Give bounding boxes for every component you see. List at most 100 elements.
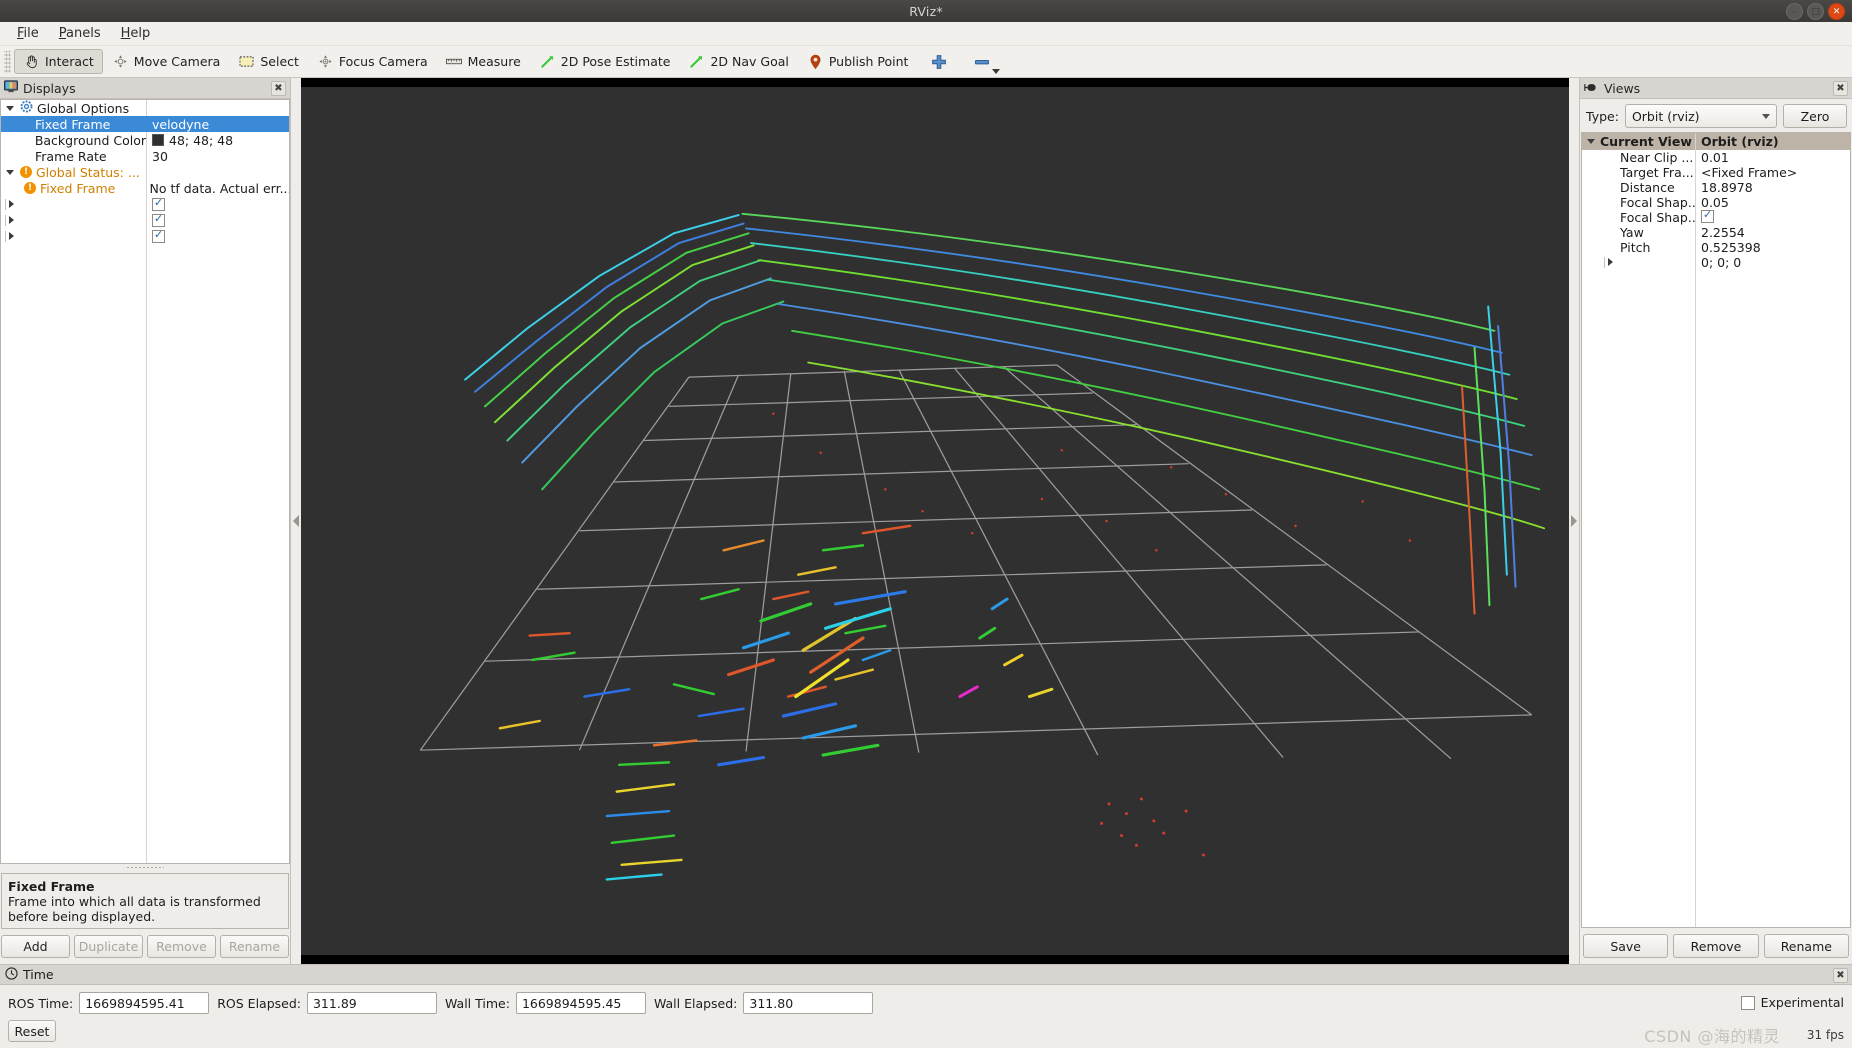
experimental-checkbox[interactable] bbox=[1740, 995, 1755, 1010]
add-button[interactable]: Add bbox=[1, 935, 70, 958]
minimize-icon[interactable]: – bbox=[1786, 3, 1803, 20]
tool-add-plus[interactable] bbox=[917, 49, 960, 74]
tool-select[interactable]: Select bbox=[229, 49, 308, 74]
save-button[interactable]: Save bbox=[1583, 934, 1669, 958]
views-row-focal-shape-size[interactable]: Focal Shap... 0.05 bbox=[1582, 195, 1850, 210]
expander-arrow-icon[interactable] bbox=[5, 103, 16, 114]
tool-interact[interactable]: Interact bbox=[14, 49, 103, 74]
ros-time-field-group: ROS Time: 1669894595.41 bbox=[8, 992, 210, 1014]
tree-label: Global Options bbox=[37, 100, 130, 116]
focal-shape-checkbox[interactable] bbox=[1701, 208, 1714, 223]
tree-row-global-status[interactable]: ! Global Status: ... bbox=[1, 164, 289, 180]
expander-arrow-icon[interactable] bbox=[5, 214, 146, 226]
views-row-value[interactable]: 0; 0; 0 bbox=[1695, 255, 1741, 270]
frame-rate-value[interactable]: 30 bbox=[152, 149, 168, 164]
tree-row-grid[interactable]: Grid bbox=[1, 196, 289, 212]
laserscan-checkbox[interactable] bbox=[152, 213, 165, 227]
views-row-near-clip[interactable]: Near Clip ... 0.01 bbox=[1582, 150, 1850, 165]
monitor-icon bbox=[4, 80, 18, 96]
fixed-frame-value[interactable]: velodyne bbox=[152, 117, 209, 132]
chevron-down-icon[interactable] bbox=[992, 69, 1001, 74]
view-type-select[interactable]: Orbit (rviz) bbox=[1624, 104, 1777, 128]
expander-arrow-icon[interactable] bbox=[5, 230, 146, 242]
tool-2d-pose-estimate[interactable]: 2D Pose Estimate bbox=[530, 49, 680, 74]
right-collapse-handle[interactable] bbox=[1569, 78, 1579, 964]
tool-publish-point[interactable]: Publish Point bbox=[798, 49, 918, 74]
views-row-focal-point[interactable]: Focal Point 0; 0; 0 bbox=[1582, 255, 1850, 270]
tool-2d-nav-goal[interactable]: 2D Nav Goal bbox=[679, 49, 797, 74]
menu-help[interactable]: Help bbox=[112, 24, 160, 43]
menu-panels[interactable]: Panels bbox=[50, 24, 110, 43]
window-title: RViz* bbox=[909, 3, 943, 19]
menu-file[interactable]: File bbox=[8, 24, 48, 43]
tree-row-frame-rate[interactable]: Frame Rate 30 bbox=[1, 148, 289, 164]
expander-arrow-icon[interactable] bbox=[5, 198, 146, 210]
tree-row-pointcloud2[interactable]: PointCloud2 bbox=[1, 228, 289, 244]
render-view[interactable] bbox=[301, 78, 1569, 964]
background-color-value[interactable]: 48; 48; 48 bbox=[169, 133, 233, 148]
remove-view-button[interactable]: Remove bbox=[1673, 934, 1759, 958]
views-row-label: Distance bbox=[1620, 180, 1675, 195]
focus-camera-icon bbox=[317, 53, 334, 70]
panel-splitter[interactable] bbox=[0, 864, 290, 870]
expander-arrow-icon[interactable] bbox=[5, 167, 16, 178]
tree-row-laserscan[interactable]: LaserScan bbox=[1, 212, 289, 228]
tool-measure[interactable]: Measure bbox=[437, 49, 530, 74]
tree-row-status-fixed-frame[interactable]: ! Fixed Frame No tf data. Actual err... bbox=[1, 180, 289, 196]
expander-arrow-icon[interactable] bbox=[1604, 257, 1695, 268]
view-type-row: Type: Orbit (rviz) Zero bbox=[1580, 99, 1852, 132]
tree-row-fixed-frame[interactable]: Fixed Frame velodyne bbox=[1, 116, 289, 132]
views-row-focal-shape-fixed[interactable]: Focal Shap... bbox=[1582, 208, 1850, 225]
views-property-tree[interactable]: Current View Orbit (rviz) Near Clip ... … bbox=[1581, 132, 1851, 928]
views-row-target-frame[interactable]: Target Fra... <Fixed Frame> bbox=[1582, 165, 1850, 180]
maximize-icon[interactable]: □ bbox=[1807, 3, 1824, 20]
rename-view-button[interactable]: Rename bbox=[1763, 934, 1849, 958]
tree-label: Fixed Frame bbox=[40, 180, 116, 196]
displays-panel: Displays ✖ Global Options Fixed Frame ve… bbox=[0, 78, 291, 964]
display-help-box: Fixed Frame Frame into which all data is… bbox=[1, 873, 289, 929]
tool-interact-label: Interact bbox=[45, 54, 94, 69]
close-icon[interactable]: ✕ bbox=[1828, 3, 1845, 20]
displays-button-row: Add Duplicate Remove Rename bbox=[0, 929, 290, 964]
tool-remove-minus[interactable] bbox=[960, 49, 1003, 74]
experimental-toggle[interactable]: Experimental bbox=[1740, 995, 1844, 1010]
ros-time-input[interactable]: 1669894595.41 bbox=[79, 992, 210, 1014]
views-row-value[interactable]: 2.2554 bbox=[1695, 225, 1745, 240]
views-row-pitch[interactable]: Pitch 0.525398 bbox=[1582, 240, 1850, 255]
pointcloud2-checkbox[interactable] bbox=[152, 229, 165, 243]
views-row-distance[interactable]: Distance 18.8978 bbox=[1582, 180, 1850, 195]
main-toolbar: Interact Move Camera Select Focus Camera bbox=[0, 46, 1852, 78]
color-swatch[interactable] bbox=[152, 134, 164, 146]
close-icon[interactable]: ✖ bbox=[1833, 81, 1848, 96]
hand-cursor-icon bbox=[23, 53, 40, 70]
close-icon[interactable]: ✖ bbox=[271, 81, 286, 96]
tree-row-global-options[interactable]: Global Options bbox=[1, 100, 289, 116]
ros-elapsed-field-group: ROS Elapsed: 311.89 bbox=[217, 992, 437, 1014]
displays-tree[interactable]: Global Options Fixed Frame velodyne Back… bbox=[0, 99, 290, 864]
expander-arrow-icon[interactable] bbox=[1586, 136, 1597, 147]
point-cloud-scene bbox=[301, 87, 1569, 955]
views-row-yaw[interactable]: Yaw 2.2554 bbox=[1582, 225, 1850, 240]
tool-focus-camera[interactable]: Focus Camera bbox=[308, 49, 437, 74]
views-panel-header: Views ✖ bbox=[1580, 78, 1852, 99]
reset-button[interactable]: Reset bbox=[8, 1020, 56, 1042]
tool-move-camera[interactable]: Move Camera bbox=[103, 49, 230, 74]
views-row-value[interactable]: 18.8978 bbox=[1695, 180, 1753, 195]
toolbar-grip[interactable] bbox=[4, 50, 11, 73]
views-row-value[interactable]: 0.01 bbox=[1695, 150, 1729, 165]
3d-canvas[interactable] bbox=[301, 87, 1569, 955]
ros-elapsed-input[interactable]: 311.89 bbox=[306, 992, 437, 1014]
tree-row-background-color[interactable]: Background Color 48; 48; 48 bbox=[1, 132, 289, 148]
views-column-splitter[interactable] bbox=[1695, 133, 1696, 927]
views-row-value[interactable]: <Fixed Frame> bbox=[1695, 165, 1797, 180]
grid-checkbox[interactable] bbox=[152, 197, 165, 211]
clock-icon bbox=[5, 966, 18, 983]
wall-time-input[interactable]: 1669894595.45 bbox=[515, 992, 646, 1014]
left-collapse-handle[interactable] bbox=[291, 78, 301, 964]
wall-elapsed-field-group: Wall Elapsed: 311.80 bbox=[654, 992, 874, 1014]
views-row-value[interactable]: 0.525398 bbox=[1695, 240, 1761, 255]
status-message: No tf data. Actual err... bbox=[149, 180, 290, 196]
wall-elapsed-input[interactable]: 311.80 bbox=[743, 992, 874, 1014]
close-icon[interactable]: ✖ bbox=[1833, 968, 1848, 983]
zero-button[interactable]: Zero bbox=[1783, 104, 1847, 128]
